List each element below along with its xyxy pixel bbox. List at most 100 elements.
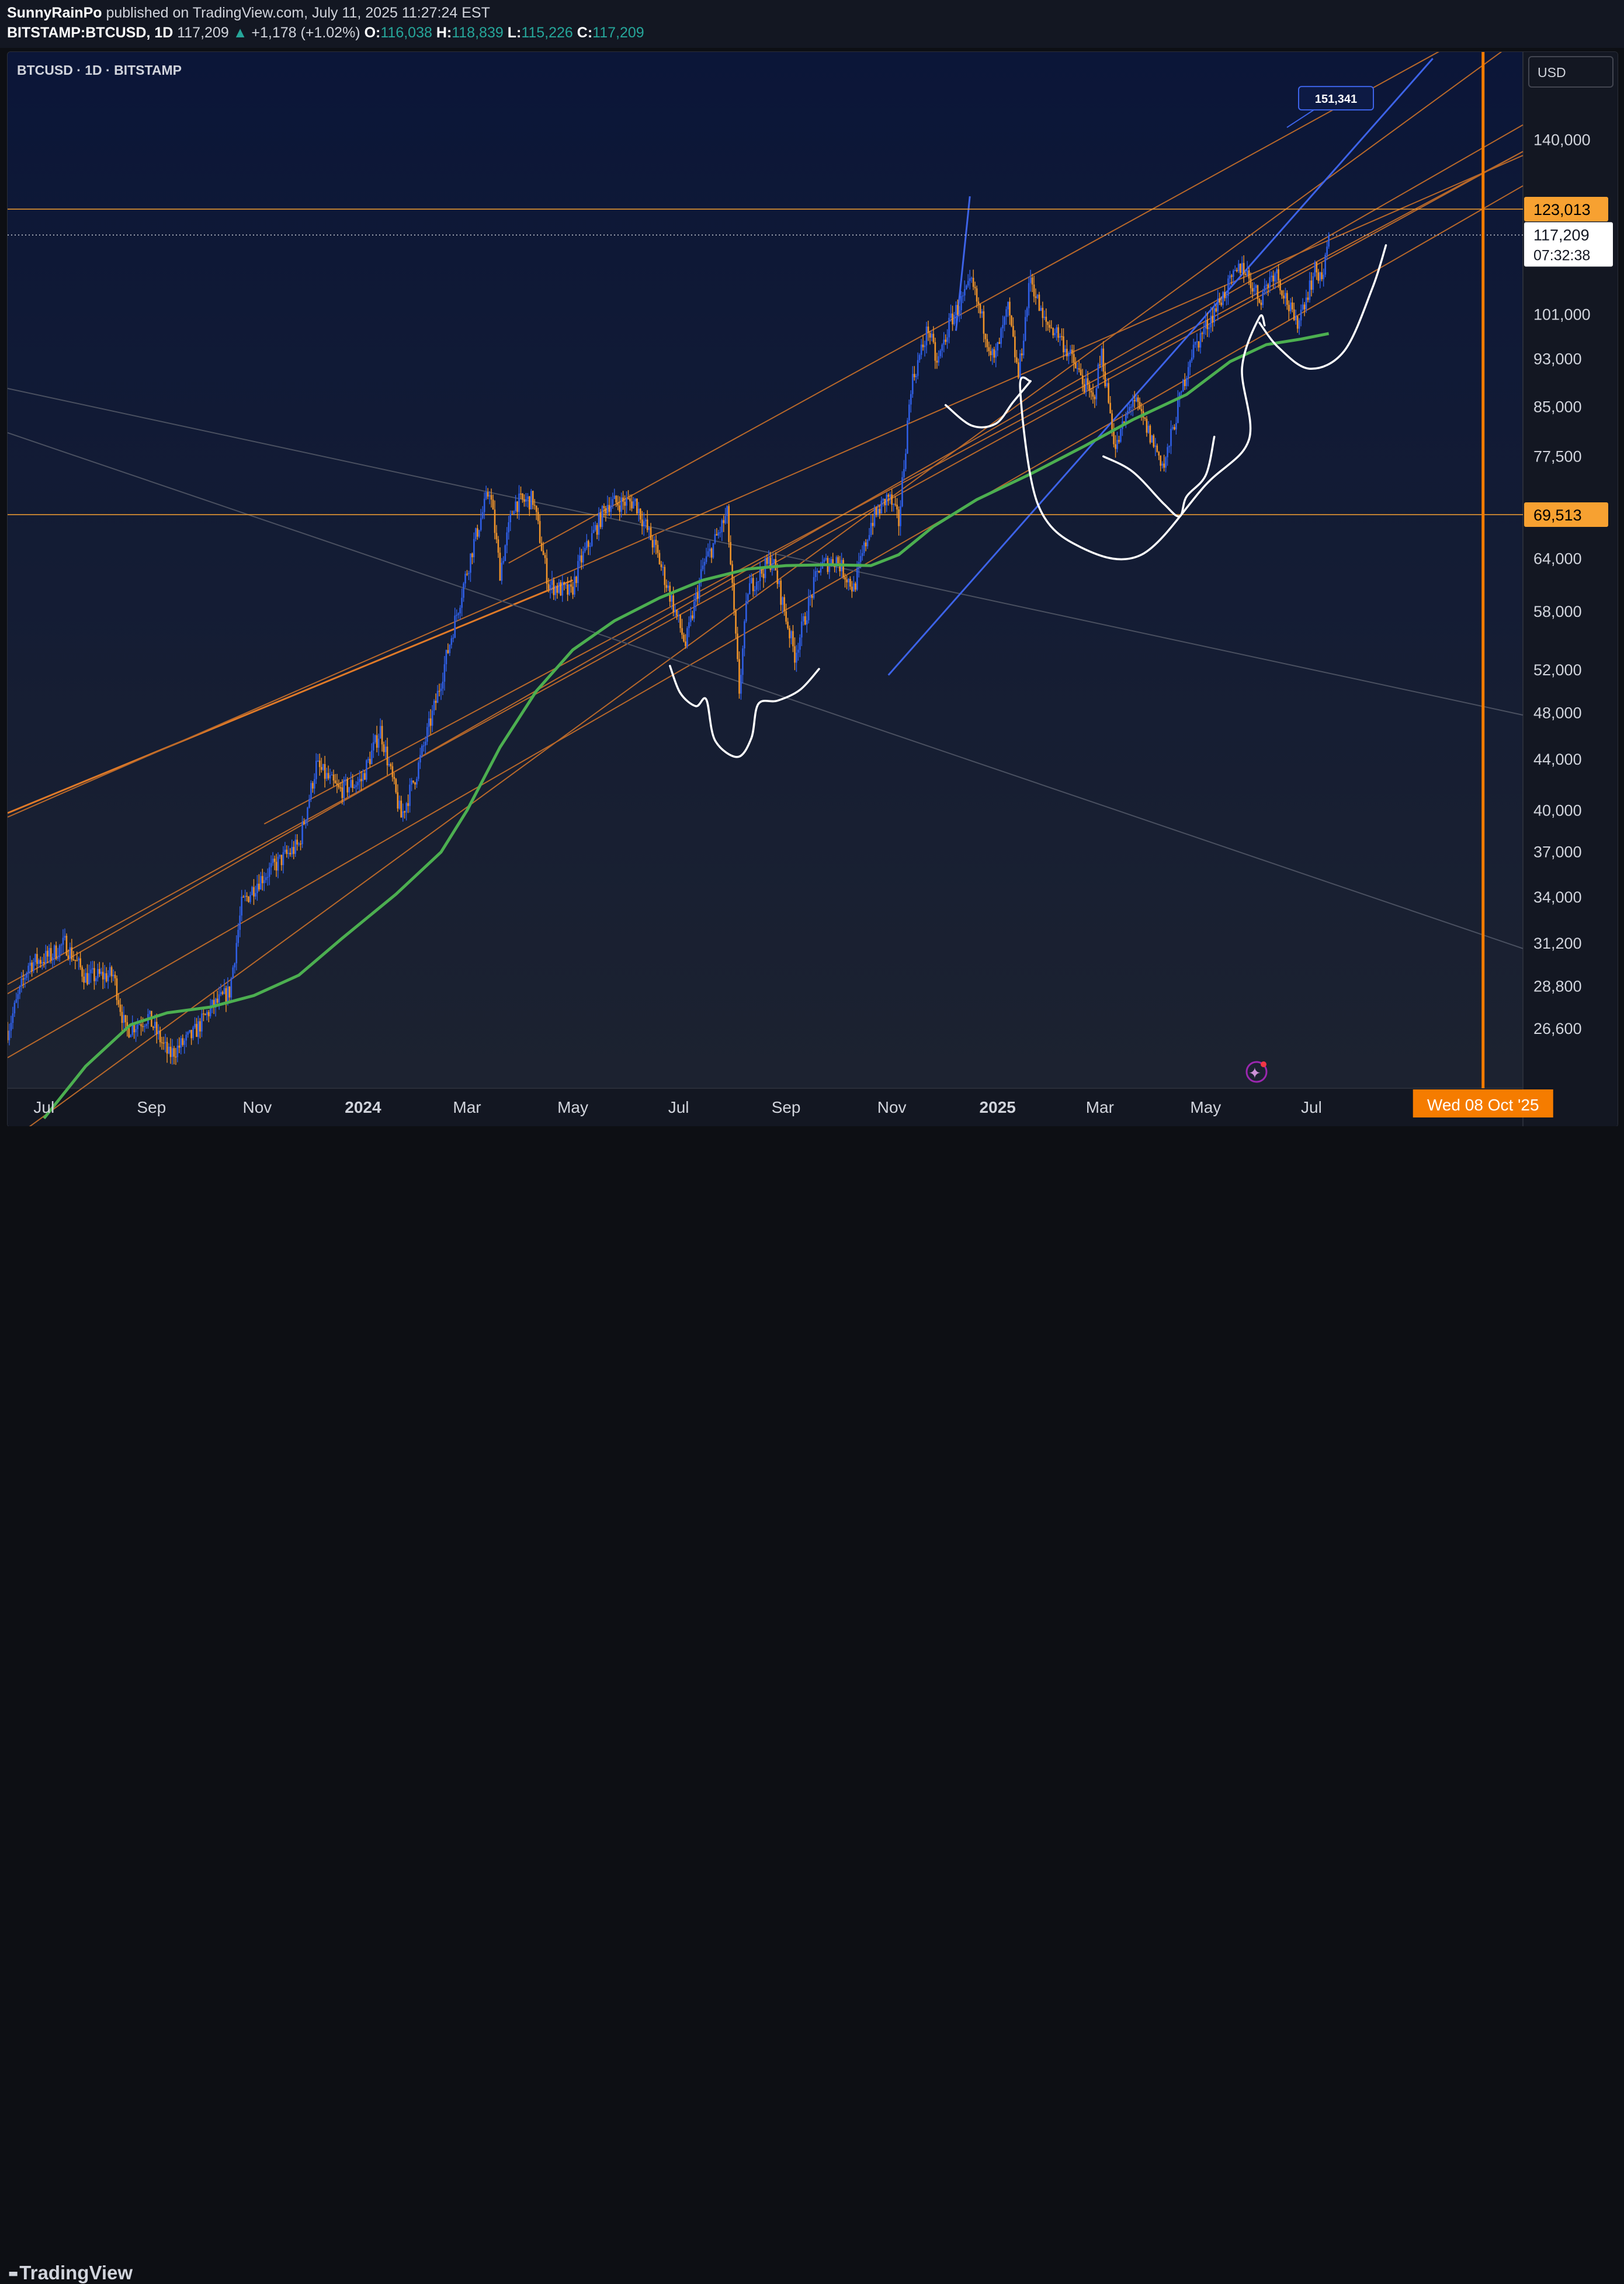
candle-body	[1248, 270, 1250, 279]
candle-body	[1295, 316, 1297, 321]
candle-body	[641, 519, 643, 527]
candle-body	[341, 787, 343, 799]
candle-body	[149, 1011, 151, 1014]
candle-body	[698, 581, 700, 599]
candle-body	[546, 558, 548, 584]
candle-body	[43, 961, 45, 963]
candle-body	[509, 514, 512, 523]
candle-body	[286, 849, 288, 854]
candle-body	[1097, 364, 1099, 388]
candle-body	[407, 803, 409, 806]
time-tick-label: 2024	[345, 1098, 381, 1116]
candle-body	[138, 1024, 140, 1025]
published-text: published on TradingView.com, July 11, 2…	[106, 5, 490, 21]
time-tick-label: May	[557, 1098, 588, 1116]
candle-body	[1243, 263, 1245, 275]
candle-body	[268, 867, 270, 877]
chart-container[interactable]: 151,341 140,000 101,000 93,000 85,000 77,500…	[7, 51, 1618, 1127]
candle-body	[502, 561, 505, 563]
candle-body	[405, 803, 407, 813]
candle-body	[712, 543, 714, 558]
candle-body	[123, 1015, 125, 1023]
candle-body	[792, 631, 794, 647]
time-tick-label: Nov	[877, 1098, 907, 1116]
candle-body	[332, 774, 335, 781]
author-name[interactable]: SunnyRainPo	[7, 5, 102, 21]
candle-body	[107, 976, 109, 981]
candle-body	[705, 556, 707, 562]
candle-body	[894, 504, 896, 505]
candle-body	[1028, 283, 1030, 308]
candle-body	[535, 505, 537, 512]
candle-body	[22, 978, 25, 980]
candle-body	[92, 968, 93, 970]
candle-body	[653, 539, 655, 548]
candle-body	[837, 557, 839, 564]
candle-body	[863, 542, 865, 553]
candle-body	[794, 646, 796, 663]
candle-body	[426, 727, 428, 742]
candle-body	[657, 544, 659, 553]
candle-body	[162, 1043, 165, 1044]
candle-body	[814, 571, 817, 577]
candle-body	[567, 584, 568, 595]
tradingview-logo[interactable]: ▪▪ TradingView	[8, 2262, 133, 2284]
candle-body	[249, 895, 251, 903]
candle-body	[443, 664, 446, 682]
high-label: H:	[436, 25, 452, 41]
candle-body	[651, 540, 654, 548]
candle-body	[1071, 349, 1073, 355]
candle-body	[218, 994, 220, 1003]
candle-body	[1226, 296, 1227, 298]
candle-body	[589, 546, 591, 547]
candle-body	[1274, 273, 1276, 282]
candle-body	[97, 969, 99, 978]
candle-body	[1168, 446, 1170, 447]
candle-body	[1130, 407, 1132, 408]
candle-body	[1260, 303, 1262, 306]
footer: ▪▪ TradingView	[0, 1126, 1624, 2283]
candle-body	[145, 1024, 147, 1026]
candle-body	[605, 508, 607, 513]
candle-body	[986, 339, 988, 348]
candle-body	[1289, 302, 1292, 311]
candle-body	[137, 1025, 138, 1029]
candle-body	[1163, 463, 1165, 468]
candle-body	[752, 578, 754, 592]
candle-body	[352, 780, 353, 789]
candle-body	[1140, 409, 1143, 411]
candle-body	[325, 773, 328, 779]
candle-body	[273, 858, 276, 862]
candle-body	[806, 620, 808, 625]
time-tick-label: Jul	[1301, 1098, 1322, 1116]
candle-body	[1269, 277, 1271, 288]
candle-body	[301, 822, 303, 845]
candle-body	[948, 318, 950, 338]
candle-body	[168, 1046, 170, 1054]
candle-body	[308, 799, 310, 808]
candle-body	[471, 553, 473, 557]
candle-body	[700, 569, 702, 581]
candle-body	[650, 527, 652, 540]
candle-body	[615, 495, 617, 503]
candle-body	[154, 1022, 156, 1029]
candle-body	[183, 1040, 186, 1045]
candle-body	[109, 967, 111, 976]
candle-body	[1102, 348, 1105, 372]
candle-body	[953, 315, 955, 325]
price-tick-label: 28,800	[1533, 977, 1582, 995]
candle-body	[294, 839, 296, 854]
quote-line: BITSTAMP:BTCUSD, 1D 117,209 ▲ +1,178 (+1…	[7, 25, 644, 41]
candle-body	[1113, 431, 1115, 445]
candle-body	[856, 568, 858, 590]
candle-body	[887, 494, 890, 497]
candle-body	[796, 652, 797, 663]
candle-body	[946, 337, 948, 342]
candle-body	[459, 608, 461, 614]
candle-body	[884, 498, 886, 506]
candle-body	[438, 690, 440, 692]
candle-body	[464, 574, 466, 584]
candle-body	[114, 974, 116, 978]
time-axis-panel[interactable]	[8, 1088, 1523, 1127]
price-chart[interactable]: 151,341 140,000 101,000 93,000 85,000 77,500…	[8, 52, 1618, 1127]
